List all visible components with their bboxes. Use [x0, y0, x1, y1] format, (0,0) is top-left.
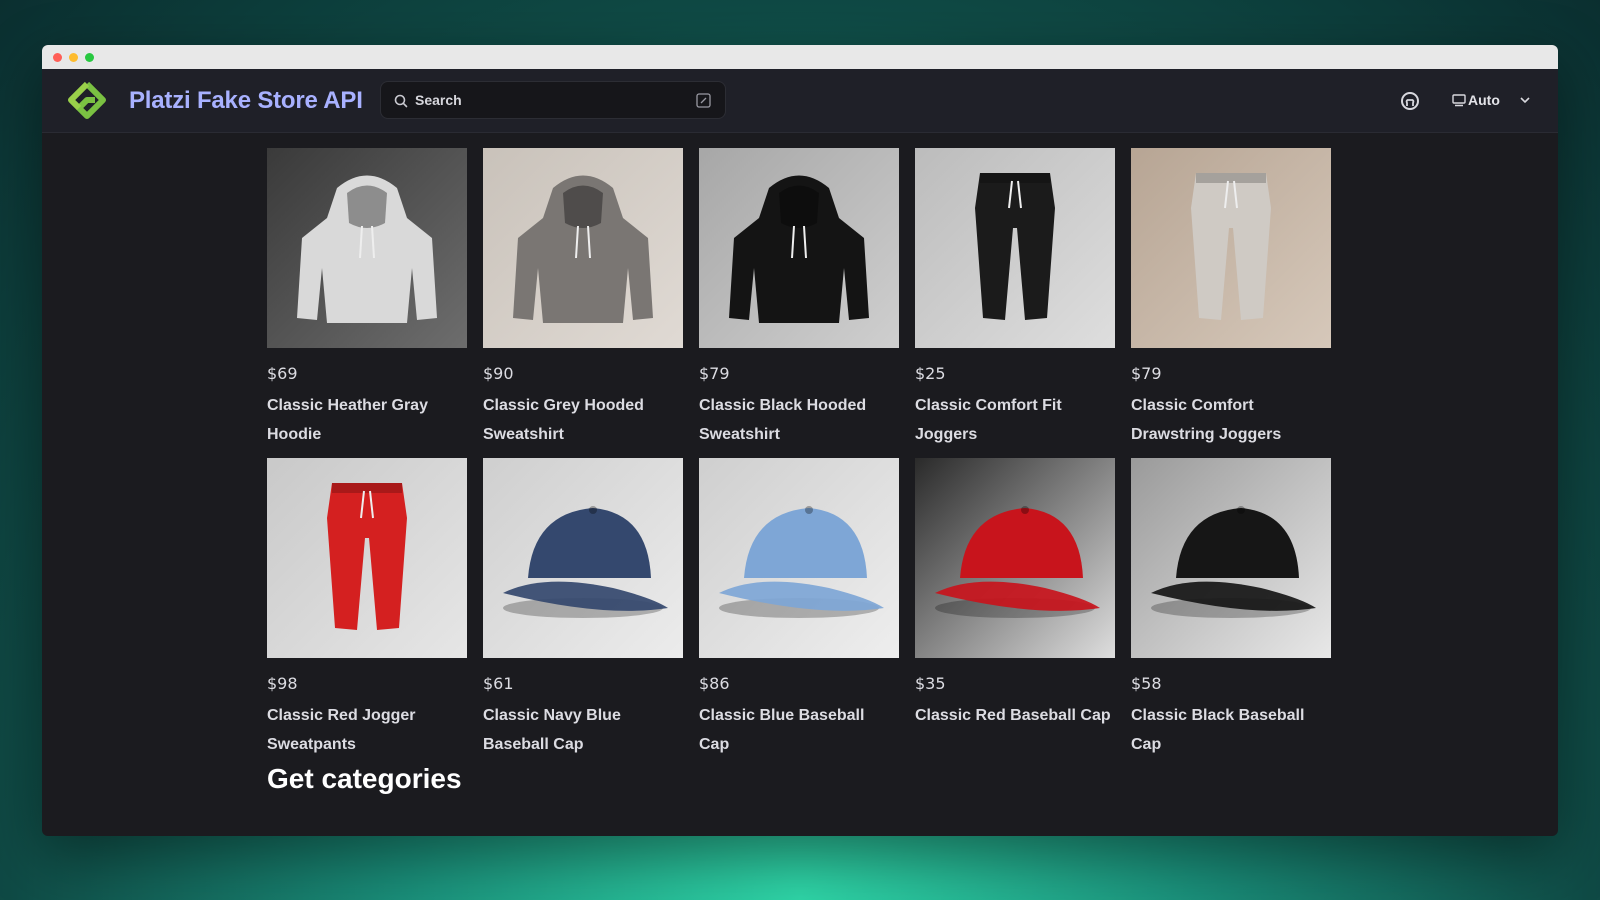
window-titlebar — [42, 45, 1558, 69]
product-card[interactable]: $79 Classic Black Hooded Sweatshirt — [699, 148, 899, 449]
product-name[interactable]: Classic Red Jogger Sweatpants — [267, 701, 467, 759]
product-price: $79 — [699, 364, 730, 383]
product-image[interactable] — [699, 148, 899, 348]
product-image[interactable] — [483, 148, 683, 348]
product-name[interactable]: Classic Grey Hooded Sweatshirt — [483, 391, 683, 449]
display-icon — [1452, 93, 1466, 107]
product-card[interactable]: $61 Classic Navy Blue Baseball Cap — [483, 458, 683, 759]
product-card[interactable]: $35 Classic Red Baseball Cap — [915, 458, 1115, 730]
product-price: $98 — [267, 674, 298, 693]
close-window-button[interactable] — [53, 53, 62, 62]
product-image[interactable] — [267, 458, 467, 658]
product-name[interactable]: Classic Heather Gray Hoodie — [267, 391, 467, 449]
product-price: $61 — [483, 674, 514, 693]
shortcut-icon — [696, 93, 711, 108]
product-card[interactable]: $69 Classic Heather Gray Hoodie — [267, 148, 467, 449]
product-card[interactable]: $79 Classic Comfort Drawstring Joggers — [1131, 148, 1331, 449]
product-image[interactable] — [915, 458, 1115, 658]
product-image[interactable] — [267, 148, 467, 348]
product-card[interactable]: $90 Classic Grey Hooded Sweatshirt — [483, 148, 683, 449]
product-price: $86 — [699, 674, 730, 693]
product-price: $79 — [1131, 364, 1162, 383]
theme-label: Auto — [1468, 92, 1500, 108]
browser-window: Platzi Fake Store API Search Auto $69 Cl… — [42, 45, 1558, 836]
product-name[interactable]: Classic Comfort Fit Joggers — [915, 391, 1115, 449]
product-name[interactable]: Classic Blue Baseball Cap — [699, 701, 899, 759]
product-price: $58 — [1131, 674, 1162, 693]
product-image[interactable] — [915, 148, 1115, 348]
product-card[interactable]: $25 Classic Comfort Fit Joggers — [915, 148, 1115, 449]
top-navbar: Platzi Fake Store API Search Auto — [42, 69, 1558, 133]
maximize-window-button[interactable] — [85, 53, 94, 62]
product-price: $69 — [267, 364, 298, 383]
product-image[interactable] — [1131, 148, 1331, 348]
theme-selector[interactable]: Auto — [1446, 87, 1536, 113]
site-title[interactable]: Platzi Fake Store API — [129, 87, 363, 115]
product-card[interactable]: $86 Classic Blue Baseball Cap — [699, 458, 899, 759]
product-name[interactable]: Classic Comfort Drawstring Joggers — [1131, 391, 1331, 449]
product-image[interactable] — [483, 458, 683, 658]
chevron-down-icon — [1518, 93, 1532, 107]
product-image[interactable] — [1131, 458, 1331, 658]
product-name[interactable]: Classic Red Baseball Cap — [915, 701, 1115, 730]
search-placeholder: Search — [415, 92, 462, 108]
product-card[interactable]: $58 Classic Black Baseball Cap — [1131, 458, 1331, 759]
logo-icon[interactable] — [67, 81, 107, 121]
product-name[interactable]: Classic Black Hooded Sweatshirt — [699, 391, 899, 449]
search-icon — [393, 93, 409, 109]
product-name[interactable]: Classic Black Baseball Cap — [1131, 701, 1331, 759]
section-heading: Get categories — [267, 763, 462, 794]
product-image[interactable] — [699, 458, 899, 658]
product-name[interactable]: Classic Navy Blue Baseball Cap — [483, 701, 683, 759]
product-price: $90 — [483, 364, 514, 383]
product-price: $35 — [915, 674, 946, 693]
product-card[interactable]: $98 Classic Red Jogger Sweatpants — [267, 458, 467, 759]
minimize-window-button[interactable] — [69, 53, 78, 62]
search-input[interactable]: Search — [380, 81, 726, 119]
github-icon[interactable] — [1400, 91, 1420, 111]
product-price: $25 — [915, 364, 946, 383]
